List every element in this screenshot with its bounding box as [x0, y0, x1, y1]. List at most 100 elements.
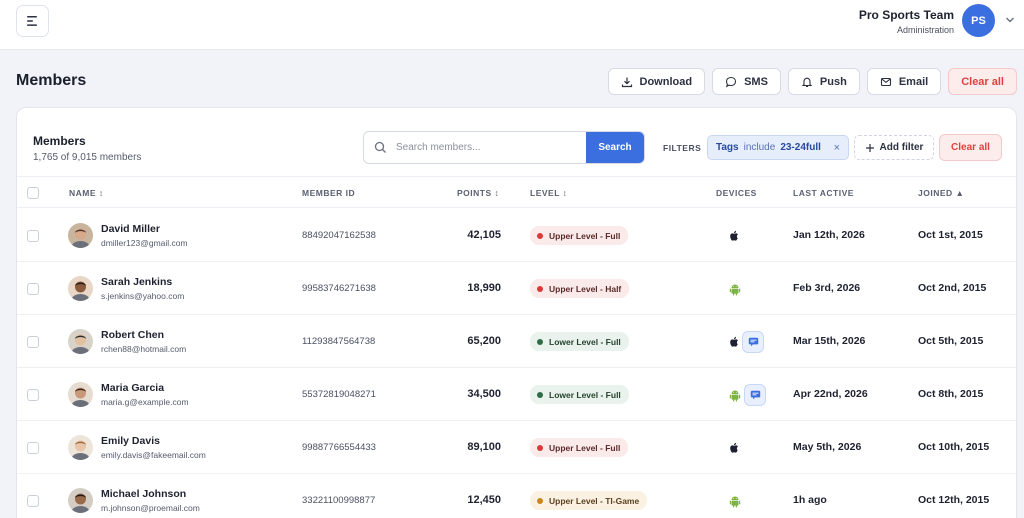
level-badge: Upper Level - Full: [530, 226, 629, 245]
sms-device-badge: [742, 331, 764, 353]
member-name[interactable]: Robert Chen: [101, 329, 164, 341]
search-input[interactable]: [396, 132, 586, 163]
table-row[interactable]: Michael Johnson m.johnson@proemail.com 332…: [17, 474, 1016, 518]
message-icon: [748, 337, 758, 347]
download-label: Download: [639, 75, 693, 88]
table-row[interactable]: Robert Chen rchen88@hotmail.com 1129384756…: [17, 315, 1016, 368]
chevron-down-icon[interactable]: [1005, 16, 1015, 24]
apple-icon: [730, 336, 738, 347]
menu-icon: [26, 16, 37, 26]
member-name[interactable]: Emily Davis: [101, 435, 160, 447]
message-icon: [750, 390, 760, 400]
row-checkbox[interactable]: [27, 389, 39, 401]
push-label: Push: [819, 75, 847, 88]
clear-filters-button[interactable]: Clear all: [939, 134, 1002, 161]
table-row[interactable]: Maria Garcia maria.g@example.com 553728190…: [17, 368, 1016, 421]
table-row[interactable]: David Miller dmiller123@gmail.com 88492047…: [17, 209, 1016, 262]
sort-icon: ↕: [98, 188, 104, 198]
account-avatar[interactable]: PS: [962, 4, 995, 37]
filter-key: Tags: [716, 142, 739, 153]
apple-icon: [730, 442, 738, 453]
sort-icon: ↕: [494, 188, 500, 198]
table-row[interactable]: Sarah Jenkins s.jenkins@yahoo.com 99583746…: [17, 262, 1016, 315]
add-filter-button[interactable]: Add filter: [854, 135, 934, 160]
level-dot: [537, 338, 543, 345]
search-button[interactable]: Search: [586, 132, 644, 163]
member-points: 89,100: [467, 441, 501, 453]
select-all-checkbox[interactable]: [27, 187, 39, 199]
filter-chip-tags[interactable]: Tags include 23-24full ×: [707, 135, 849, 160]
last-active: Mar 15th, 2026: [793, 335, 866, 347]
col-joined[interactable]: JOINED ▲: [918, 188, 964, 198]
joined-date: Oct 1st, 2015: [918, 229, 983, 241]
member-email: maria.g@example.com: [101, 397, 189, 407]
email-button[interactable]: Email: [866, 68, 942, 95]
plus-icon: [865, 143, 874, 152]
devices-cell: [729, 383, 766, 407]
clear-all-button[interactable]: Clear all: [948, 68, 1017, 95]
row-checkbox[interactable]: [27, 442, 39, 454]
filter-value: 23-24full: [780, 142, 821, 153]
sms-button[interactable]: SMS: [712, 68, 781, 95]
filters-label: FILTERS: [663, 143, 702, 153]
level-dot: [537, 232, 543, 239]
col-name[interactable]: NAME ↕: [69, 188, 104, 198]
member-id: 99583746271638: [302, 283, 376, 294]
row-checkbox[interactable]: [27, 230, 39, 242]
member-name[interactable]: Sarah Jenkins: [101, 276, 172, 288]
col-name-label: NAME: [69, 188, 97, 198]
member-name[interactable]: Michael Johnson: [101, 488, 186, 500]
col-level[interactable]: LEVEL ↕: [530, 188, 567, 198]
col-member-id: MEMBER ID: [302, 188, 356, 198]
col-points[interactable]: POINTS ↕: [457, 188, 499, 198]
clear-all-label: Clear all: [961, 75, 1004, 88]
level-badge: Lower Level - Full: [530, 332, 629, 351]
level-badge: Lower Level - Full: [530, 385, 629, 404]
joined-date: Oct 5th, 2015: [918, 335, 984, 347]
last-active: Apr 22nd, 2026: [793, 388, 868, 400]
add-filter-label: Add filter: [879, 142, 924, 153]
org-info: Pro Sports Team Administration: [859, 8, 954, 35]
member-email: s.jenkins@yahoo.com: [101, 291, 185, 301]
devices-cell: [729, 436, 739, 460]
member-count: 1,765 of 9,015 members: [33, 152, 142, 163]
row-checkbox[interactable]: [27, 495, 39, 507]
member-id: 99887766554433: [302, 442, 376, 453]
member-name[interactable]: David Miller: [101, 223, 160, 235]
level-dot: [537, 391, 543, 398]
devices-cell: [729, 224, 739, 248]
level-label: Upper Level - Half: [549, 283, 622, 294]
member-points: 42,105: [467, 229, 501, 241]
avatar: [68, 382, 93, 407]
member-email: m.johnson@proemail.com: [101, 503, 200, 513]
member-points: 34,500: [467, 388, 501, 400]
download-button[interactable]: Download: [607, 68, 706, 95]
menu-toggle-button[interactable]: [16, 5, 49, 37]
level-label: Upper Level - TI-Game: [549, 495, 640, 506]
row-checkbox[interactable]: [27, 283, 39, 295]
table-header: NAME ↕ MEMBER ID POINTS ↕ LEVEL ↕ DEVICE…: [17, 176, 1016, 208]
avatar: [68, 329, 93, 354]
page-title: Members: [16, 72, 87, 89]
remove-filter-icon[interactable]: ×: [834, 142, 840, 154]
member-name[interactable]: Maria Garcia: [101, 382, 164, 394]
level-badge: Upper Level - TI-Game: [530, 491, 648, 510]
email-label: Email: [898, 75, 929, 88]
member-points: 18,990: [467, 282, 501, 294]
table-row[interactable]: Emily Davis emily.davis@fakeemail.com 9988…: [17, 421, 1016, 474]
android-icon: [729, 284, 741, 295]
member-points: 12,450: [467, 494, 501, 506]
download-icon: [621, 77, 632, 87]
android-icon: [729, 496, 741, 507]
col-joined-label: JOINED: [918, 188, 953, 198]
last-active: Feb 3rd, 2026: [793, 282, 861, 294]
top-bar: Pro Sports Team Administration PS: [0, 0, 1024, 50]
col-points-label: POINTS: [457, 188, 492, 198]
avatar: [68, 223, 93, 248]
page-actions: Download SMS Push Email Clear all: [607, 68, 1017, 95]
search-bar: Search: [363, 131, 645, 164]
devices-cell: [729, 330, 764, 354]
push-button[interactable]: Push: [787, 68, 860, 95]
row-checkbox[interactable]: [27, 336, 39, 348]
member-id: 33221100998877: [302, 495, 376, 506]
